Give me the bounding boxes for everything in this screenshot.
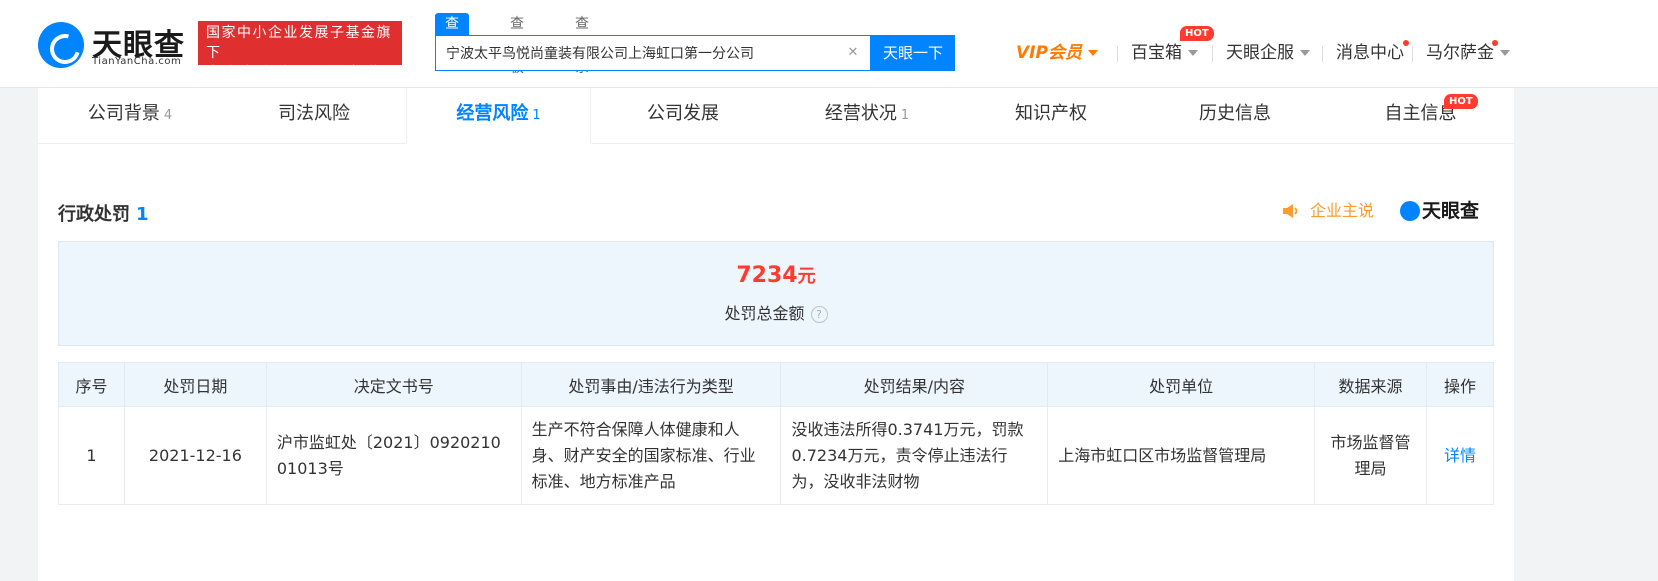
column-header: 操作: [1425, 362, 1495, 407]
tianyancha-logo[interactable]: 天眼查 TianYanCha.com: [38, 20, 188, 68]
tab-count: 1: [900, 108, 910, 123]
tab-company-background[interactable]: 公司背景 4: [38, 88, 222, 144]
logo-eye-icon: [38, 22, 84, 68]
cell-reason: 生产不符合保障人体健康和人身、财产安全的国家标准、行业标准、地方标准产品: [520, 406, 782, 505]
user-name: 马尔萨金: [1426, 43, 1494, 63]
tab-judicial-risk[interactable]: 司法风险: [222, 88, 406, 144]
vip-label: VIP会员: [1016, 43, 1082, 63]
tab-label: 历史信息: [1199, 103, 1271, 124]
section-tools: 企业主说 天眼查: [1282, 198, 1492, 224]
total-amount: 7234元: [59, 262, 1493, 288]
column-header: 数据来源: [1314, 362, 1427, 407]
banner-line-1: 国家中小企业发展子基金旗下: [206, 25, 392, 61]
search-tab-company[interactable]: 查公司: [435, 13, 469, 76]
tab-self-info[interactable]: 自主信息: [1327, 88, 1514, 144]
amount-value: 7234: [736, 263, 798, 288]
enterprise-service-menu[interactable]: 天眼企服: [1226, 40, 1310, 66]
total-amount-label: 处罚总金额?: [59, 300, 1493, 324]
official-banner: 国家中小企业发展子基金旗下 官方备案企业征信机构: [198, 21, 402, 81]
cell-result: 没收违法所得0.3741万元，罚款0.7234万元，责令停止违法行为，没收非法财…: [780, 406, 1049, 505]
search-input[interactable]: [446, 36, 836, 70]
vip-menu[interactable]: VIP会员: [1016, 40, 1098, 66]
table-row: 1 2021-12-16 沪市监虹处〔2021〕092021001013号 生产…: [58, 406, 1495, 505]
tab-intellectual-property[interactable]: 知识产权: [959, 88, 1143, 144]
search-tab-relation[interactable]: 查关系: [575, 13, 589, 76]
chevron-down-icon: [1500, 50, 1510, 56]
tab-label: 公司发展: [647, 103, 719, 124]
amount-unit: 元: [797, 266, 816, 287]
tab-count: 4: [163, 108, 173, 123]
category-tabs: 公司背景 4 司法风险 经营风险 1 公司发展 经营状况 1 知识产权 历史信息 自主…: [38, 88, 1514, 144]
tab-label: 经营风险: [456, 103, 529, 124]
help-icon[interactable]: ?: [810, 306, 828, 323]
tianyancha-mini-logo-icon: [1400, 201, 1420, 221]
hot-badge: HOT: [1180, 26, 1214, 41]
column-header: 处罚结果/内容: [780, 362, 1049, 407]
column-header: 序号: [58, 362, 125, 407]
detail-link[interactable]: 详情: [1444, 446, 1476, 465]
tab-history[interactable]: 历史信息: [1143, 88, 1327, 144]
nav-divider: [1322, 46, 1323, 62]
tab-company-development[interactable]: 公司发展: [591, 88, 775, 144]
tab-label: 知识产权: [1015, 103, 1087, 124]
tab-operating-status[interactable]: 经营状况 1: [775, 88, 959, 144]
column-header: 处罚事由/违法行为类型: [520, 362, 782, 407]
treasure-box-menu[interactable]: 百宝箱: [1131, 40, 1198, 66]
cell-date: 2021-12-16: [123, 406, 267, 505]
cell-action: 详情: [1425, 406, 1495, 505]
tab-count: 1: [532, 108, 541, 123]
notification-dot: [1492, 40, 1498, 46]
top-header: 天眼查 TianYanCha.com 国家中小企业发展子基金旗下 官方备案企业征…: [0, 0, 1658, 88]
treasure-box-label: 百宝箱: [1131, 43, 1182, 63]
penalty-summary: 7234元 处罚总金额?: [58, 241, 1494, 346]
clear-icon[interactable]: ✕: [846, 46, 860, 60]
message-center-link[interactable]: 消息中心: [1336, 40, 1404, 66]
column-header: 处罚单位: [1047, 362, 1316, 407]
tab-label: 司法风险: [278, 103, 350, 124]
hot-badge: HOT: [1444, 94, 1478, 109]
enterprise-say-link[interactable]: 企业主说: [1310, 198, 1374, 224]
search-tab-boss[interactable]: 查老板: [510, 13, 524, 76]
penalty-table: 序号 处罚日期 决定文书号 处罚事由/违法行为类型 处罚结果/内容 处罚单位 数…: [58, 362, 1495, 505]
section-title-text: 行政处罚: [58, 204, 130, 225]
search-button[interactable]: 天眼一下: [871, 35, 955, 71]
message-center-label: 消息中心: [1336, 43, 1404, 63]
brand-text: 天眼查: [1422, 200, 1480, 222]
tab-operational-risk[interactable]: 经营风险 1: [406, 88, 591, 144]
tab-label: 经营状况: [824, 103, 897, 124]
banner-line-2: 官方备案企业征信机构: [206, 65, 386, 81]
notification-dot: [1403, 40, 1409, 46]
column-header: 决定文书号: [265, 362, 522, 407]
chevron-down-icon: [1087, 50, 1098, 56]
search-box: ✕: [435, 35, 871, 71]
enterprise-service-label: 天眼企服: [1226, 43, 1294, 63]
cell-unit: 上海市虹口区市场监督管理局: [1047, 406, 1316, 505]
amount-label-text: 处罚总金额: [724, 304, 805, 323]
section-title: 行政处罚 1: [58, 200, 149, 226]
table-header-row: 序号 处罚日期 决定文书号 处罚事由/违法行为类型 处罚结果/内容 处罚单位 数…: [58, 362, 1495, 407]
cell-index: 1: [58, 406, 125, 505]
chevron-down-icon: [1188, 50, 1198, 56]
content-panel: 公司背景 4 司法风险 经营风险 1 公司发展 经营状况 1 知识产权 历史信息 自主…: [38, 88, 1514, 581]
nav-divider: [1212, 46, 1213, 62]
column-header: 处罚日期: [123, 362, 267, 407]
logo-domain: TianYanCha.com: [92, 56, 182, 67]
cell-doc-no: 沪市监虹处〔2021〕092021001013号: [265, 406, 522, 505]
section-count: 1: [136, 204, 149, 225]
tab-label: 公司背景: [87, 103, 160, 124]
chevron-down-icon: [1300, 50, 1310, 56]
cell-source: 市场监督管理局: [1314, 406, 1427, 505]
nav-divider: [1117, 46, 1118, 62]
nav-divider: [1412, 46, 1413, 62]
speaker-icon: [1283, 204, 1298, 218]
